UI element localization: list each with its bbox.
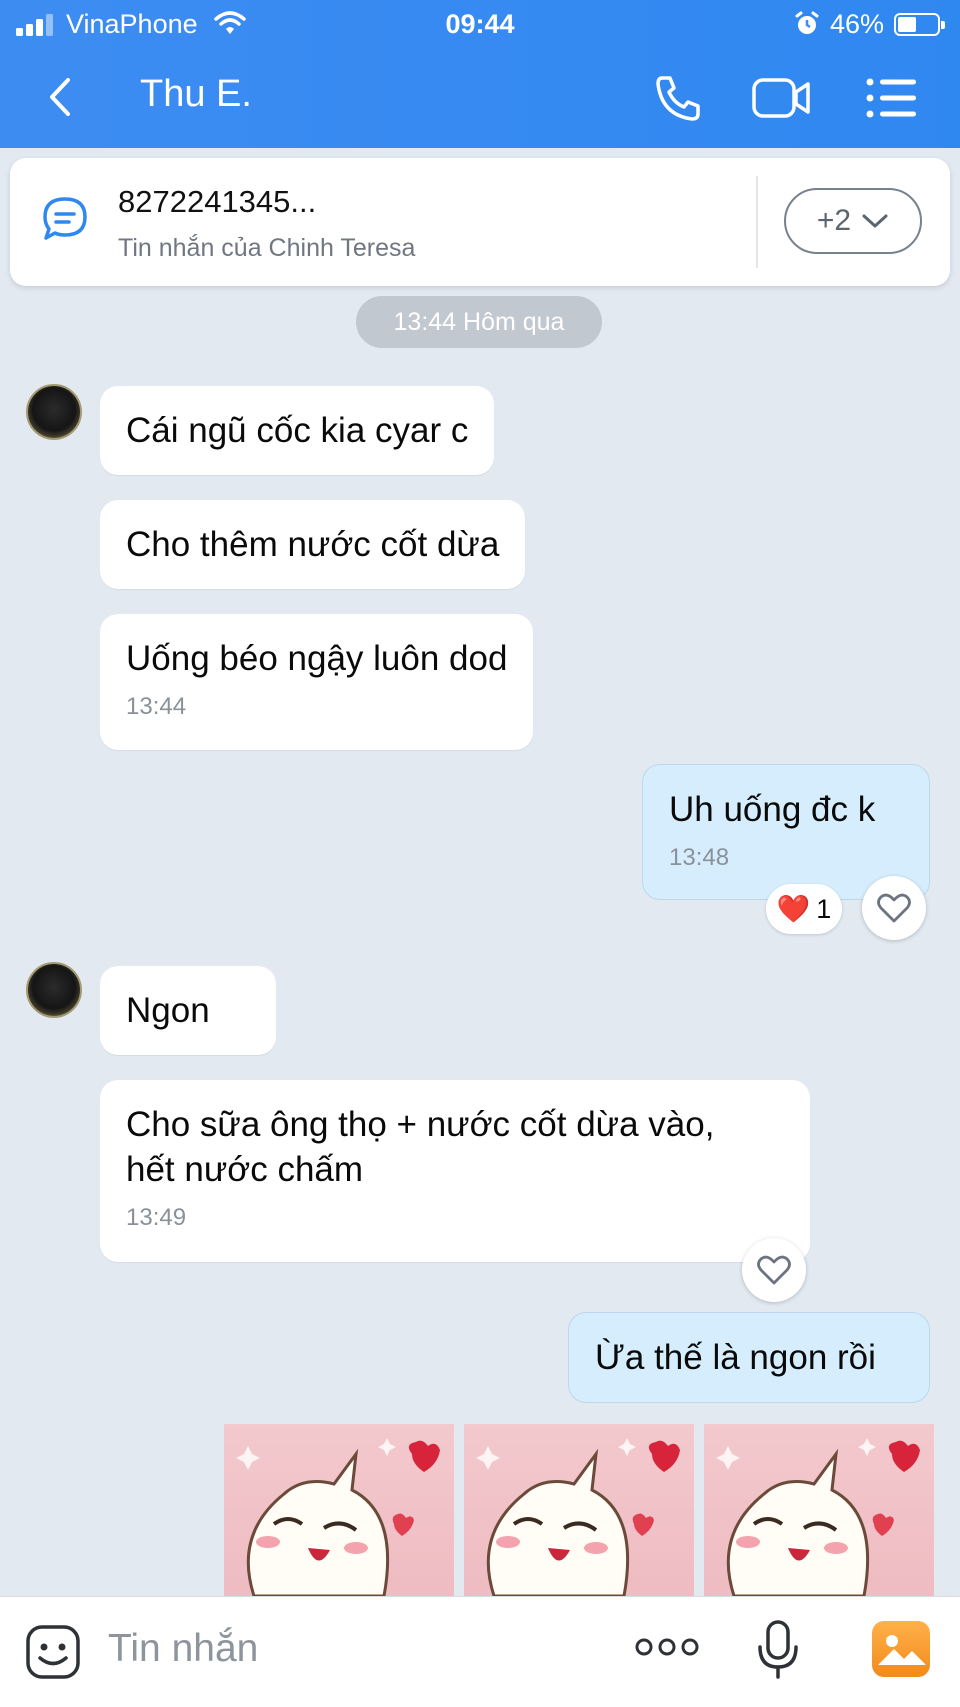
message-text: Uống béo ngậy luôn dod [126,639,508,678]
alarm-icon [795,11,819,34]
reaction-count: 1 [816,893,832,924]
message-time: 13:44 [126,693,187,720]
pinned-more-label: +2 [816,204,852,237]
reaction-summary[interactable]: ❤️ 1 [766,884,842,934]
message-input[interactable]: Tin nhắn [108,1621,608,1677]
heart-outline-icon [757,1255,791,1285]
message-text: Ngon [126,991,210,1030]
divider [756,176,758,268]
phone-call-icon[interactable] [648,70,708,126]
message-bubble-incoming[interactable]: Cho sữa ông thọ + nước cốt dừa vào, hết … [100,1080,810,1262]
image-icon [878,1635,926,1665]
message-text: Cái ngũ cốc kia cyar c [126,411,469,450]
sticker[interactable] [464,1424,694,1596]
avatar[interactable] [26,384,82,440]
message-input-bar: Tin nhắn [0,1596,960,1707]
date-separator: 13:44 Hôm qua [356,296,602,348]
avatar[interactable] [26,962,82,1018]
sticker-image [476,1438,680,1596]
sticker-emoji-icon[interactable] [24,1623,82,1681]
message-time: 13:48 [669,844,730,871]
message-bubble-incoming[interactable]: Cái ngũ cốc kia cyar c [100,386,495,475]
react-heart-button[interactable] [742,1238,806,1302]
message-bubble-outgoing[interactable]: Ừa thế là ngon rồi [568,1312,930,1403]
message-bubble-incoming[interactable]: Uống béo ngậy luôn dod 13:44 [100,614,534,750]
heart-reaction-icon: ❤️ [776,894,811,924]
status-bar: VinaPhone 09:44 46% [0,0,960,50]
video-call-icon[interactable] [752,70,812,126]
pinned-title: 8272241345... [118,184,317,219]
contact-name[interactable]: Thu E. [140,73,252,116]
message-text: hết nước chấm [126,1150,364,1189]
message-time: 13:49 [126,1204,187,1231]
message-text: Uh uống đc k [669,790,876,829]
react-heart-button[interactable] [862,876,926,940]
sticker[interactable] [224,1424,454,1596]
menu-icon[interactable] [862,70,922,126]
message-text: Cho thêm nước cốt dừa [126,525,500,564]
message-text: Cho sữa ông thọ + nước cốt dừa vào, [126,1105,715,1144]
message-bubble-incoming[interactable]: Ngon [100,966,276,1055]
sticker[interactable] [704,1424,934,1596]
pinned-subtitle: Tin nhắn của Chinh Teresa [118,234,416,262]
more-options-icon[interactable] [634,1631,700,1663]
chat-bubble-icon [43,197,87,240]
back-icon[interactable] [40,72,80,122]
sticker-image [236,1438,440,1596]
gallery-button[interactable] [872,1621,930,1677]
battery-percent: 46% [829,9,884,39]
battery-icon [894,13,945,36]
pinned-message-card[interactable]: 8272241345... Tin nhắn của Chinh Teresa … [10,158,950,286]
chevron-down-icon [862,214,888,228]
message-text: Ừa thế là ngon rồi [595,1338,876,1377]
message-bubble-incoming[interactable]: Cho thêm nước cốt dừa [100,500,526,589]
pinned-more-button[interactable]: +2 [784,188,922,254]
heart-outline-icon [877,893,911,923]
chat-header: VinaPhone 09:44 46% Thu E. [0,0,960,148]
microphone-icon[interactable] [756,1619,800,1681]
sticker-image [716,1438,920,1596]
